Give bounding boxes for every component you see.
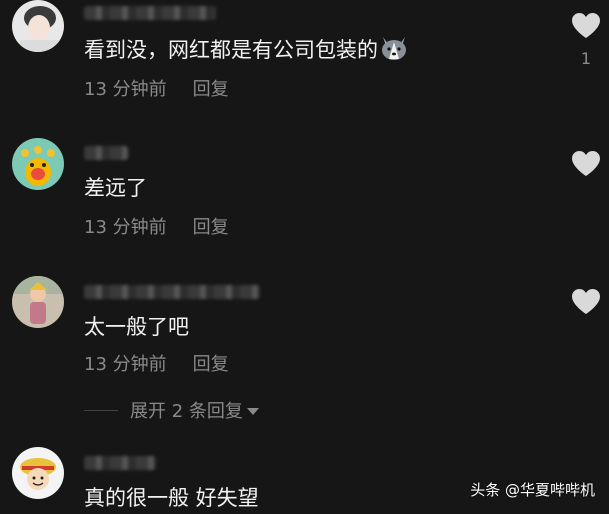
reply-button[interactable]: 回复 <box>193 217 229 238</box>
like-button[interactable] <box>568 150 604 177</box>
avatar[interactable] <box>12 138 64 190</box>
timestamp: 13 分钟前 <box>84 217 167 238</box>
comment-meta: 13 分钟前 回复 <box>84 75 229 101</box>
caret-down-icon <box>246 407 259 415</box>
comment-text: 太一般了吧 <box>84 315 189 339</box>
username-blurred[interactable] <box>84 456 156 470</box>
watermark: 头条 @华夏哔哔机 <box>470 481 595 499</box>
avatar[interactable] <box>12 447 64 499</box>
comment-meta: 13 分钟前 回复 <box>84 350 229 376</box>
avatar[interactable] <box>12 276 64 328</box>
comment-meta: 13 分钟前 回复 <box>84 213 229 239</box>
divider <box>84 409 118 411</box>
heart-icon <box>572 13 600 38</box>
husky-face-emoji <box>380 35 408 66</box>
comment-text: 真的很一般 好失望 <box>84 486 259 510</box>
heart-icon <box>572 289 600 314</box>
expand-replies-label: 展开 2 条回复 <box>130 401 243 422</box>
username-blurred[interactable] <box>84 6 216 20</box>
comment-text: 看到没，网红都是有公司包装的 <box>84 34 408 66</box>
reply-button[interactable]: 回复 <box>193 354 229 375</box>
timestamp: 13 分钟前 <box>84 354 167 375</box>
comment-list: 看到没，网红都是有公司包装的 13 分钟前 回复 1 差远了 13 分钟前 回复… <box>0 0 609 514</box>
username-blurred[interactable] <box>84 146 128 160</box>
reply-button[interactable]: 回复 <box>193 79 229 100</box>
comment-text: 差远了 <box>84 176 147 200</box>
username-blurred[interactable] <box>84 285 260 299</box>
avatar[interactable] <box>12 0 64 52</box>
like-count: 1 <box>580 49 592 68</box>
timestamp: 13 分钟前 <box>84 79 167 100</box>
expand-replies-button[interactable]: 展开 2 条回复 <box>84 397 259 423</box>
like-button[interactable] <box>568 288 604 315</box>
heart-icon <box>572 151 600 176</box>
like-button[interactable]: 1 <box>568 12 604 68</box>
